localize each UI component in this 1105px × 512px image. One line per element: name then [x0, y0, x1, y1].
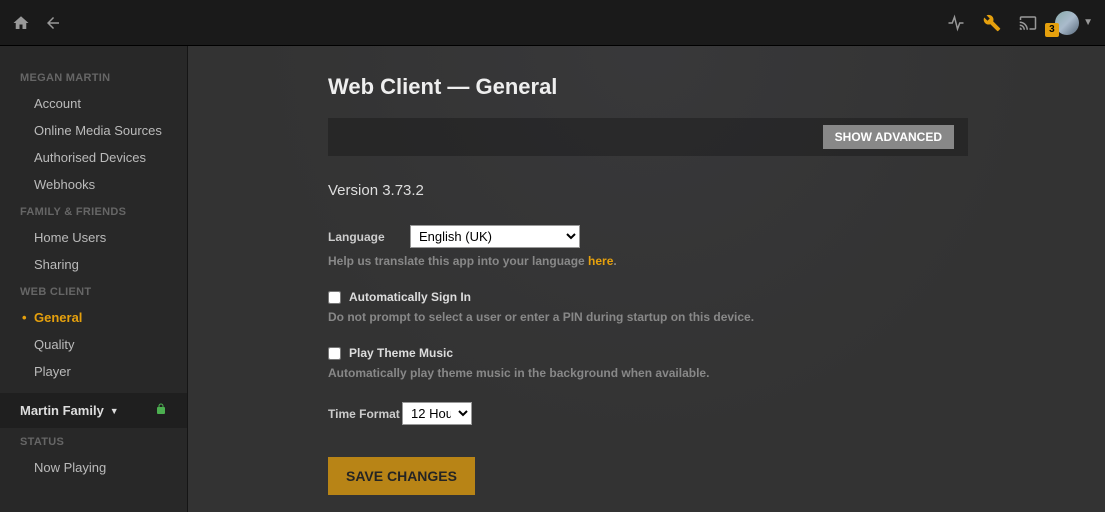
- page-title: Web Client — General: [328, 74, 968, 100]
- version-text: Version 3.73.2: [328, 182, 968, 199]
- sidebar: MEGAN MARTIN Account Online Media Source…: [0, 46, 188, 512]
- advanced-bar: SHOW ADVANCED: [328, 118, 968, 156]
- activity-icon[interactable]: [947, 14, 965, 32]
- sidebar-item-now-playing[interactable]: Now Playing: [0, 454, 187, 481]
- settings-tools-icon[interactable]: [983, 14, 1001, 32]
- chevron-down-icon: ▼: [110, 406, 119, 416]
- topbar-left: [12, 14, 62, 32]
- avatar: [1055, 11, 1079, 35]
- sidebar-item-quality[interactable]: Quality: [0, 331, 187, 358]
- sidebar-item-home-users[interactable]: Home Users: [0, 224, 187, 251]
- sidebar-item-general[interactable]: General: [0, 304, 187, 331]
- language-label: Language: [328, 230, 410, 244]
- auto-signin-label: Automatically Sign In: [349, 290, 471, 304]
- server-name: Martin Family: [20, 403, 104, 418]
- save-changes-button[interactable]: SAVE CHANGES: [328, 457, 475, 495]
- sidebar-header-status: STATUS: [0, 428, 187, 454]
- sidebar-header-family: FAMILY & FRIENDS: [0, 198, 187, 224]
- show-advanced-button[interactable]: SHOW ADVANCED: [823, 125, 954, 149]
- back-icon[interactable]: [44, 14, 62, 32]
- theme-music-hint: Automatically play theme music in the ba…: [328, 366, 968, 380]
- sidebar-item-sharing[interactable]: Sharing: [0, 251, 187, 278]
- sidebar-item-online-media-sources[interactable]: Online Media Sources: [0, 117, 187, 144]
- sidebar-item-account[interactable]: Account: [0, 90, 187, 117]
- sidebar-item-webhooks[interactable]: Webhooks: [0, 171, 187, 198]
- topbar: 3 ▼: [0, 0, 1105, 46]
- sidebar-item-player[interactable]: Player: [0, 358, 187, 385]
- notification-badge: 3: [1045, 23, 1059, 37]
- server-selector[interactable]: Martin Family ▼: [0, 393, 187, 428]
- sidebar-header-webclient: WEB CLIENT: [0, 278, 187, 304]
- cast-icon[interactable]: [1019, 14, 1037, 32]
- language-select[interactable]: English (UK): [410, 225, 580, 248]
- auto-signin-hint: Do not prompt to select a user or enter …: [328, 310, 968, 324]
- theme-music-checkbox[interactable]: [328, 347, 341, 360]
- time-format-label: Time Format: [328, 407, 402, 421]
- lock-icon: [155, 403, 167, 418]
- home-icon[interactable]: [12, 14, 30, 32]
- topbar-right: 3 ▼: [947, 11, 1093, 35]
- sidebar-item-authorised-devices[interactable]: Authorised Devices: [0, 144, 187, 171]
- translate-link[interactable]: here: [588, 254, 613, 268]
- theme-music-label: Play Theme Music: [349, 346, 453, 360]
- auto-signin-checkbox[interactable]: [328, 291, 341, 304]
- sidebar-header-user: MEGAN MARTIN: [0, 64, 187, 90]
- language-hint: Help us translate this app into your lan…: [328, 254, 968, 268]
- time-format-select[interactable]: 12 Hour: [402, 402, 472, 425]
- user-menu[interactable]: 3 ▼: [1055, 11, 1093, 35]
- main-content: Web Client — General SHOW ADVANCED Versi…: [188, 46, 1105, 512]
- chevron-down-icon: ▼: [1083, 17, 1093, 28]
